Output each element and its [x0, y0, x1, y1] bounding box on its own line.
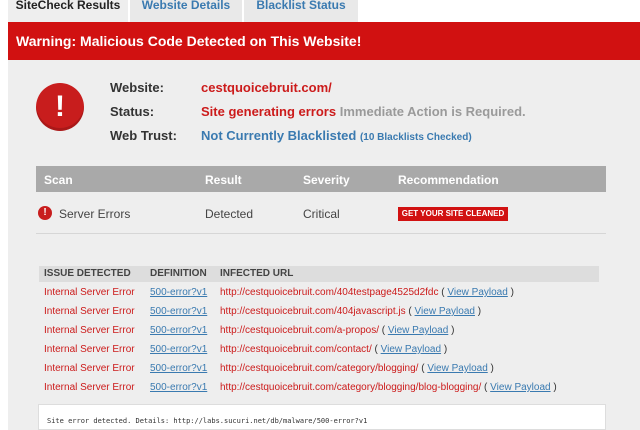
issues-table-header: ISSUE DETECTED DEFINITION INFECTED URL [39, 266, 599, 282]
infected-url: http://cestquoicebruit.com/a-propos/ ( V… [220, 325, 455, 336]
results-panel: ! Website: cestquoicebruit.com/ Status: … [8, 60, 640, 430]
header-infected-url: INFECTED URL [220, 268, 294, 279]
issue-name: Internal Server Error [44, 287, 135, 298]
header-result: Result [205, 173, 242, 187]
infected-url-text: http://cestquoicebruit.com/category/blog… [220, 363, 419, 374]
view-payload-link[interactable]: View Payload [447, 287, 507, 298]
tab-blacklist-status[interactable]: Blacklist Status [244, 0, 358, 22]
header-definition: DEFINITION [150, 268, 207, 279]
tab-website-details[interactable]: Website Details [130, 0, 242, 22]
definition-link[interactable]: 500-error?v1 [150, 382, 207, 393]
exclamation-glyph: ! [55, 90, 65, 123]
infected-url-text: http://cestquoicebruit.com/a-propos/ [220, 325, 379, 336]
view-payload-link[interactable]: View Payload [415, 306, 475, 317]
header-severity: Severity [303, 173, 350, 187]
web-trust-value: Not Currently Blacklisted [201, 128, 357, 143]
issue-name: Internal Server Error [44, 382, 135, 393]
warning-banner: Warning: Malicious Code Detected on This… [8, 22, 640, 60]
infected-url-text: http://cestquoicebruit.com/contact/ [220, 344, 372, 355]
infected-url: http://cestquoicebruit.com/category/blog… [220, 363, 494, 374]
view-payload-link[interactable]: View Payload [490, 382, 550, 393]
scan-row-server-errors: ! Server Errors Detected Critical GET YO… [36, 192, 606, 234]
exclamation-icon: ! [36, 83, 84, 131]
web-trust-label: Web Trust: [110, 128, 177, 143]
get-site-cleaned-button[interactable]: GET YOUR SITE CLEANED [398, 207, 508, 221]
infected-url-text: http://cestquoicebruit.com/404javascript… [220, 306, 406, 317]
definition-link[interactable]: 500-error?v1 [150, 306, 207, 317]
error-icon: ! [38, 206, 52, 220]
definition-link[interactable]: 500-error?v1 [150, 325, 207, 336]
scan-table-header: Scan Result Severity Recommendation [36, 166, 606, 192]
website-value: cestquoicebruit.com/ [201, 80, 332, 95]
issue-row: Internal Server Error 500-error?v1 http:… [39, 322, 599, 340]
infected-url: http://cestquoicebruit.com/contact/ ( Vi… [220, 344, 448, 355]
infected-url: http://cestquoicebruit.com/404testpage45… [220, 287, 514, 298]
issue-name: Internal Server Error [44, 344, 135, 355]
view-payload-link[interactable]: View Payload [388, 325, 448, 336]
status-value-group: Site generating errors Immediate Action … [201, 104, 526, 119]
scan-severity: Critical [303, 207, 340, 221]
issue-name: Internal Server Error [44, 325, 135, 336]
website-label: Website: [110, 80, 164, 95]
status-note: Immediate Action is Required. [339, 104, 526, 119]
scan-result: Detected [205, 207, 254, 221]
definition-link[interactable]: 500-error?v1 [150, 344, 207, 355]
issue-name: Internal Server Error [44, 363, 135, 374]
issue-row: Internal Server Error 500-error?v1 http:… [39, 379, 599, 397]
issue-row: Internal Server Error 500-error?v1 http:… [39, 341, 599, 359]
header-issue-detected: ISSUE DETECTED [44, 268, 131, 279]
definition-link[interactable]: 500-error?v1 [150, 363, 207, 374]
issue-name: Internal Server Error [44, 306, 135, 317]
header-recommendation: Recommendation [398, 173, 499, 187]
tab-sitecheck-results[interactable]: SiteCheck Results [8, 0, 128, 22]
issue-row: Internal Server Error 500-error?v1 http:… [39, 303, 599, 321]
issue-row: Internal Server Error 500-error?v1 http:… [39, 360, 599, 378]
infected-url: http://cestquoicebruit.com/category/blog… [220, 382, 557, 393]
status-value: Site generating errors [201, 104, 337, 119]
issue-row: Internal Server Error 500-error?v1 http:… [39, 284, 599, 302]
tab-bar: SiteCheck Results Website Details Blackl… [0, 0, 640, 22]
scan-name: Server Errors [59, 207, 131, 221]
web-trust-note: (10 Blacklists Checked) [359, 132, 472, 143]
infected-url-text: http://cestquoicebruit.com/404testpage45… [220, 287, 439, 298]
header-scan: Scan [44, 173, 73, 187]
infected-url-text: http://cestquoicebruit.com/category/blog… [220, 382, 482, 393]
view-payload-link[interactable]: View Payload [381, 344, 441, 355]
malware-detail-box: Site error detected. Details: http://lab… [38, 404, 606, 430]
status-label: Status: [110, 104, 155, 119]
infected-url: http://cestquoicebruit.com/404javascript… [220, 306, 482, 317]
view-payload-link[interactable]: View Payload [427, 363, 487, 374]
web-trust-group: Not Currently Blacklisted (10 Blacklists… [201, 128, 472, 143]
definition-link[interactable]: 500-error?v1 [150, 287, 207, 298]
